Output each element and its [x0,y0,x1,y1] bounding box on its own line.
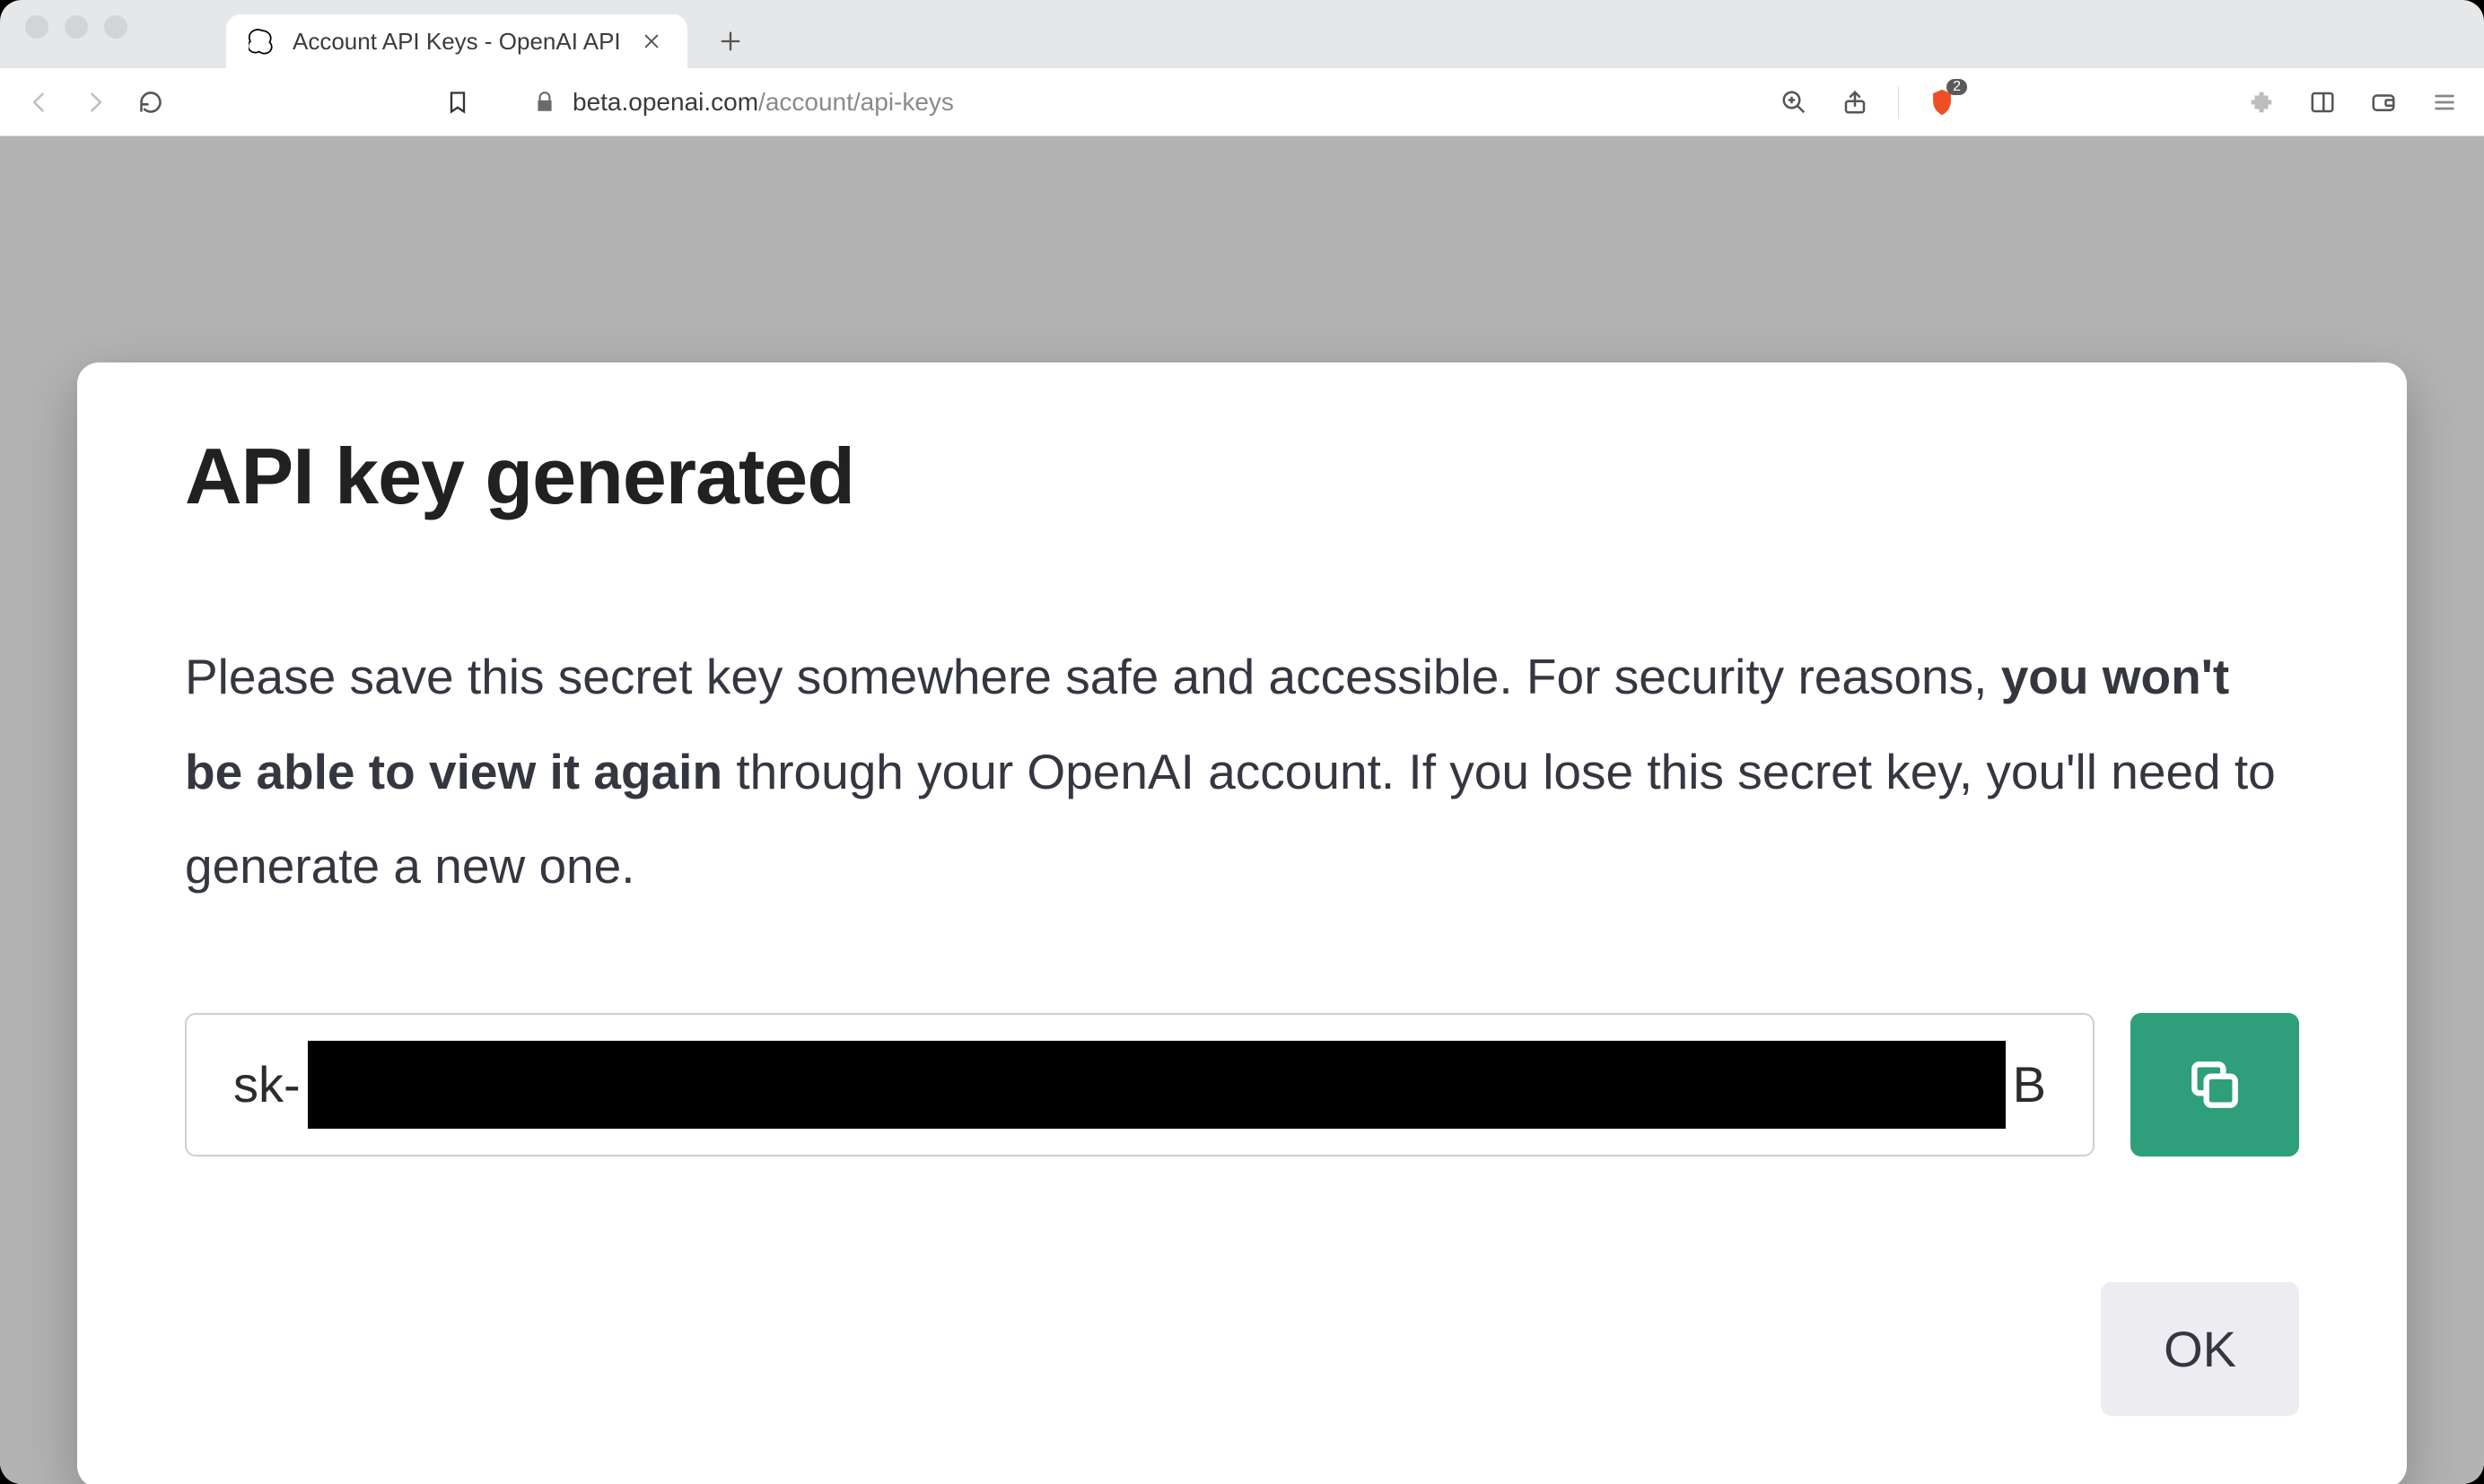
page-viewport: we've found has leaked publicly. API key… [0,136,2484,1484]
tab-title: Account API Keys - OpenAI API [293,28,621,56]
modal-title: API key generated [185,431,2299,522]
window-maximize-icon[interactable] [104,15,127,39]
api-key-modal: API key generated Please save this secre… [77,362,2407,1484]
modal-body: Please save this secret key somewhere sa… [185,630,2299,914]
share-icon[interactable] [1837,84,1873,120]
api-key-field[interactable]: sk- B [185,1013,2095,1157]
forward-button[interactable] [77,84,113,120]
toolbar-right: 2 [1776,84,2462,120]
sidebar-icon[interactable] [2305,84,2340,120]
api-key-suffix: B [2013,1055,2046,1113]
menu-icon[interactable] [2427,84,2462,120]
url-host: beta.openai.com [573,88,758,116]
browser-toolbar: beta.openai.com/account/api-keys 2 [0,68,2484,136]
ok-button[interactable]: OK [2101,1282,2299,1416]
wallet-icon[interactable] [2366,84,2401,120]
brave-shield-icon[interactable]: 2 [1924,84,1960,120]
tab-strip: Account API Keys - OpenAI API [0,0,2484,68]
browser-tab[interactable]: Account API Keys - OpenAI API [226,14,687,68]
api-key-row: sk- B [185,1013,2299,1157]
modal-body-pre: Please save this secret key somewhere sa… [185,649,2001,704]
url-text: beta.openai.com/account/api-keys [573,88,954,117]
window-minimize-icon[interactable] [65,15,88,39]
shield-count-badge: 2 [1946,79,1967,95]
new-tab-button[interactable] [704,14,757,68]
window-controls [25,15,127,39]
api-key-prefix: sk- [233,1055,301,1113]
address-bar[interactable]: beta.openai.com/account/api-keys [533,88,954,117]
openai-favicon-icon [248,27,276,56]
extensions-icon[interactable] [2243,84,2279,120]
api-key-redacted [308,1041,2006,1129]
modal-footer: OK [185,1282,2299,1416]
window-close-icon[interactable] [25,15,48,39]
browser-window: Account API Keys - OpenAI API [0,0,2484,1484]
back-button[interactable] [22,84,57,120]
lock-icon [533,91,556,114]
bookmark-icon[interactable] [440,84,476,120]
url-path: /account/api-keys [758,88,954,116]
reload-button[interactable] [133,84,169,120]
zoom-icon[interactable] [1776,84,1812,120]
copy-button[interactable] [2130,1013,2299,1157]
address-bar-wrap: beta.openai.com/account/api-keys [440,84,1756,120]
copy-icon [2186,1056,2243,1113]
tab-close-icon[interactable] [637,27,666,56]
toolbar-separator [1898,86,1899,118]
